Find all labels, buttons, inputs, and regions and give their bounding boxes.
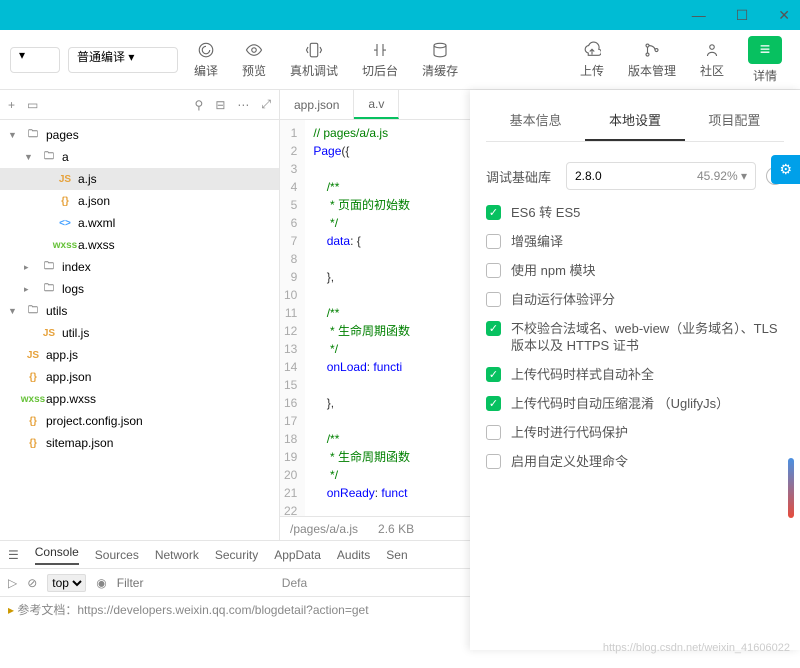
tab-network[interactable]: Network bbox=[155, 548, 199, 562]
check-3[interactable]: 自动运行体验评分 bbox=[486, 291, 784, 308]
file-app-js[interactable]: JSapp.js bbox=[0, 344, 279, 366]
version-button[interactable]: 版本管理 bbox=[620, 37, 684, 83]
line-numbers: 1234567891011121314151617181920212223242… bbox=[280, 120, 305, 516]
expand-icon[interactable]: ⤢ bbox=[261, 97, 271, 112]
add-file-icon[interactable]: + bbox=[8, 98, 15, 112]
compile-mode-select[interactable]: 普通编译 ▾ bbox=[68, 47, 178, 73]
file-a-json[interactable]: {}a.json bbox=[0, 190, 279, 212]
baselib-label: 调试基础库 bbox=[486, 167, 556, 186]
check-label: 启用自定义处理命令 bbox=[511, 453, 628, 470]
close-button[interactable]: ✕ bbox=[778, 7, 790, 24]
level-select[interactable]: Defa bbox=[282, 576, 307, 590]
checkbox-icon[interactable] bbox=[486, 321, 501, 336]
checkbox-icon[interactable] bbox=[486, 367, 501, 382]
check-4[interactable]: 不校验合法域名、web-view（业务域名）、TLS 版本以及 HTTPS 证书 bbox=[486, 320, 784, 354]
check-label: 增强编译 bbox=[511, 233, 563, 250]
file-sitemap[interactable]: {}sitemap.json bbox=[0, 432, 279, 454]
tab-security[interactable]: Security bbox=[215, 548, 258, 562]
check-2[interactable]: 使用 npm 模块 bbox=[486, 262, 784, 279]
upload-button[interactable]: 上传 bbox=[572, 37, 612, 83]
file-a-js[interactable]: JSa.js bbox=[0, 168, 279, 190]
check-label: 上传时进行代码保护 bbox=[511, 424, 628, 441]
play-icon[interactable]: ▷ bbox=[8, 576, 17, 590]
folder-a[interactable]: ▼🗀a bbox=[0, 146, 279, 168]
baselib-select[interactable]: 2.8.0 45.92% ▾ bbox=[566, 162, 756, 190]
settings-panel: 基本信息 本地设置 项目配置 调试基础库 2.8.0 45.92% ▾ ? ES… bbox=[470, 90, 800, 650]
folder-icon[interactable]: ▭ bbox=[27, 98, 38, 112]
clear-console-icon[interactable]: ⊘ bbox=[27, 576, 37, 590]
tab-project-config[interactable]: 项目配置 bbox=[685, 100, 784, 141]
checkbox-icon[interactable] bbox=[486, 454, 501, 469]
devtools-toggle-icon[interactable]: ☰ bbox=[8, 548, 19, 562]
preview-button[interactable]: 预览 bbox=[234, 37, 274, 83]
share-badge[interactable]: ⚙ bbox=[771, 155, 800, 184]
tab-basic-info[interactable]: 基本信息 bbox=[486, 100, 585, 141]
tab-console[interactable]: Console bbox=[35, 545, 79, 565]
file-util-js[interactable]: JSutil.js bbox=[0, 322, 279, 344]
toolbar: ▾ 普通编译 ▾ 编译 预览 真机调试 切后台 清缓存 上传 版本管理 社区 ≡… bbox=[0, 30, 800, 90]
folder-logs[interactable]: ▸🗀logs bbox=[0, 278, 279, 300]
more-icon[interactable]: ⋯ bbox=[237, 98, 249, 112]
check-0[interactable]: ES6 转 ES5 bbox=[486, 204, 784, 221]
collapse-icon[interactable]: ⊟ bbox=[215, 98, 225, 112]
file-a-wxml[interactable]: <>a.wxml bbox=[0, 212, 279, 234]
filter-input[interactable] bbox=[117, 576, 272, 590]
folder-index[interactable]: ▸🗀index bbox=[0, 256, 279, 278]
device-select[interactable]: ▾ bbox=[10, 47, 60, 73]
check-1[interactable]: 增强编译 bbox=[486, 233, 784, 250]
tab-app-json[interactable]: app.json bbox=[280, 90, 354, 119]
file-size: 2.6 KB bbox=[378, 522, 414, 536]
remote-debug-button[interactable]: 真机调试 bbox=[282, 37, 346, 83]
check-7[interactable]: 上传时进行代码保护 bbox=[486, 424, 784, 441]
tab-a-js[interactable]: a.v bbox=[354, 90, 399, 119]
checkbox-icon[interactable] bbox=[486, 292, 501, 307]
context-select[interactable]: top bbox=[47, 574, 86, 592]
titlebar: — ☐ ✕ bbox=[0, 0, 800, 30]
tab-sensor[interactable]: Sen bbox=[386, 548, 407, 562]
file-app-wxss[interactable]: wxssapp.wxss bbox=[0, 388, 279, 410]
minimize-button[interactable]: — bbox=[692, 7, 706, 23]
tab-local-settings[interactable]: 本地设置 bbox=[585, 100, 684, 141]
eye-icon[interactable]: ◉ bbox=[96, 576, 106, 590]
folder-utils[interactable]: ▼🗀utils bbox=[0, 300, 279, 322]
explorer-toolbar: + ▭ ⚲ ⊟ ⋯ ⤢ bbox=[0, 90, 279, 120]
community-button[interactable]: 社区 bbox=[692, 37, 732, 83]
checkbox-icon[interactable] bbox=[486, 425, 501, 440]
file-a-wxss[interactable]: wxssa.wxss bbox=[0, 234, 279, 256]
checkbox-icon[interactable] bbox=[486, 396, 501, 411]
checkbox-icon[interactable] bbox=[486, 263, 501, 278]
thermometer-icon bbox=[788, 458, 794, 518]
file-explorer: + ▭ ⚲ ⊟ ⋯ ⤢ ▼🗀pages ▼🗀a JSa.js {}a.json … bbox=[0, 90, 280, 540]
tab-sources[interactable]: Sources bbox=[95, 548, 139, 562]
check-8[interactable]: 启用自定义处理命令 bbox=[486, 453, 784, 470]
file-project-config[interactable]: {}project.config.json bbox=[0, 410, 279, 432]
check-6[interactable]: 上传代码时自动压缩混淆 （UglifyJs） bbox=[486, 395, 784, 412]
search-icon[interactable]: ⚲ bbox=[195, 98, 204, 112]
check-label: 上传代码时自动压缩混淆 （UglifyJs） bbox=[511, 395, 729, 412]
clear-cache-button[interactable]: 清缓存 bbox=[414, 37, 466, 83]
check-label: ES6 转 ES5 bbox=[511, 204, 580, 221]
tab-audits[interactable]: Audits bbox=[337, 548, 370, 562]
checkbox-icon[interactable] bbox=[486, 205, 501, 220]
file-tree: ▼🗀pages ▼🗀a JSa.js {}a.json <>a.wxml wxs… bbox=[0, 120, 279, 540]
detail-button[interactable]: ≡详情 bbox=[740, 32, 790, 88]
maximize-button[interactable]: ☐ bbox=[736, 7, 749, 24]
file-app-json[interactable]: {}app.json bbox=[0, 366, 279, 388]
check-label: 自动运行体验评分 bbox=[511, 291, 615, 308]
folder-pages[interactable]: ▼🗀pages bbox=[0, 124, 279, 146]
check-label: 上传代码时样式自动补全 bbox=[511, 366, 654, 383]
file-path: /pages/a/a.js bbox=[290, 522, 358, 536]
check-label: 使用 npm 模块 bbox=[511, 262, 596, 279]
check-label: 不校验合法域名、web-view（业务域名）、TLS 版本以及 HTTPS 证书 bbox=[511, 320, 784, 354]
check-5[interactable]: 上传代码时样式自动补全 bbox=[486, 366, 784, 383]
background-button[interactable]: 切后台 bbox=[354, 37, 406, 83]
checkbox-icon[interactable] bbox=[486, 234, 501, 249]
tab-appdata[interactable]: AppData bbox=[274, 548, 321, 562]
compile-button[interactable]: 编译 bbox=[186, 37, 226, 83]
watermark: https://blog.csdn.net/weixin_41606022 bbox=[603, 634, 790, 662]
